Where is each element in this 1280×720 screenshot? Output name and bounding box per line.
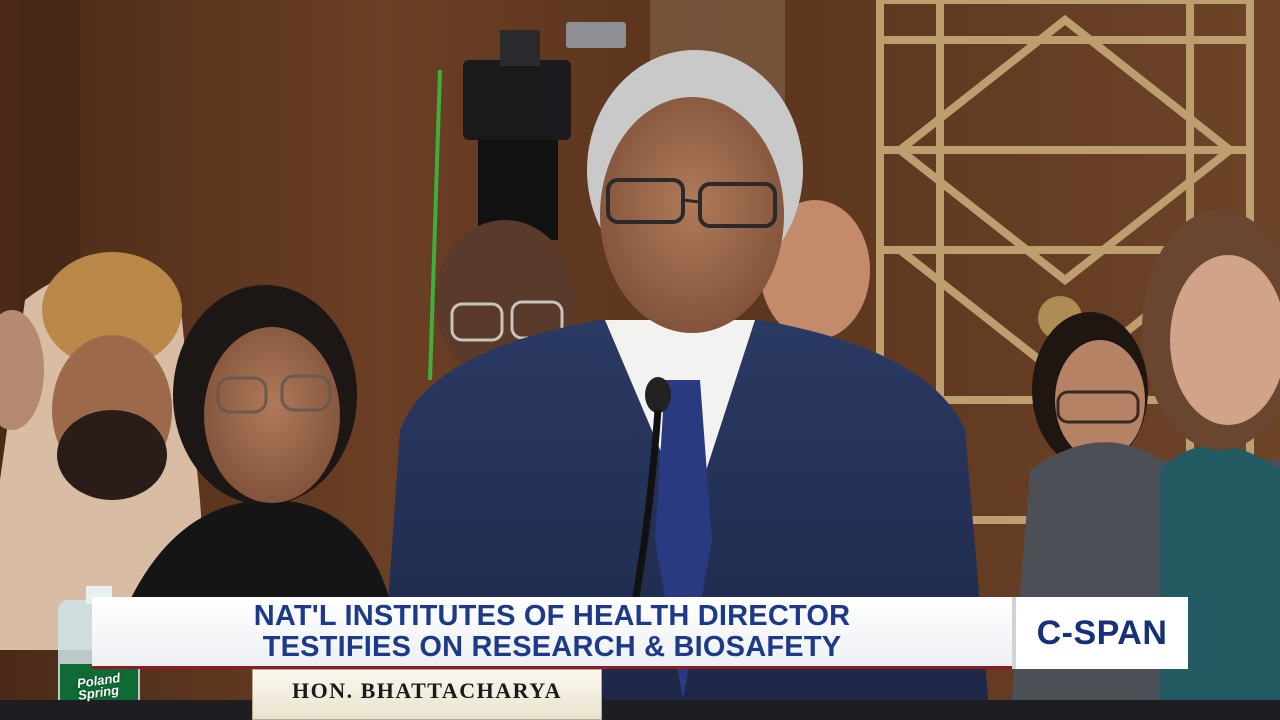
witness-nameplate: HON. BHATTACHARYA [252,669,602,720]
network-logo: C-SPAN [1036,613,1168,652]
network-logo-box: C-SPAN [1012,597,1188,669]
headline-line-1: NAT'L INSTITUTES OF HEALTH DIRECTOR [253,599,851,632]
witness-desk [0,700,1280,720]
headline-line-2: TESTIFIES ON RESEARCH & BIOSAFETY [262,630,842,663]
nameplate-text: HON. BHATTACHARYA [291,678,562,703]
bottle-brand-line-2: Spring [77,682,121,703]
headline-box: NAT'L INSTITUTES OF HEALTH DIRECTOR TEST… [92,597,1012,669]
lower-third-banner: NAT'L INSTITUTES OF HEALTH DIRECTOR TEST… [92,597,1188,669]
bottle-label: Poland Spring [60,664,138,710]
